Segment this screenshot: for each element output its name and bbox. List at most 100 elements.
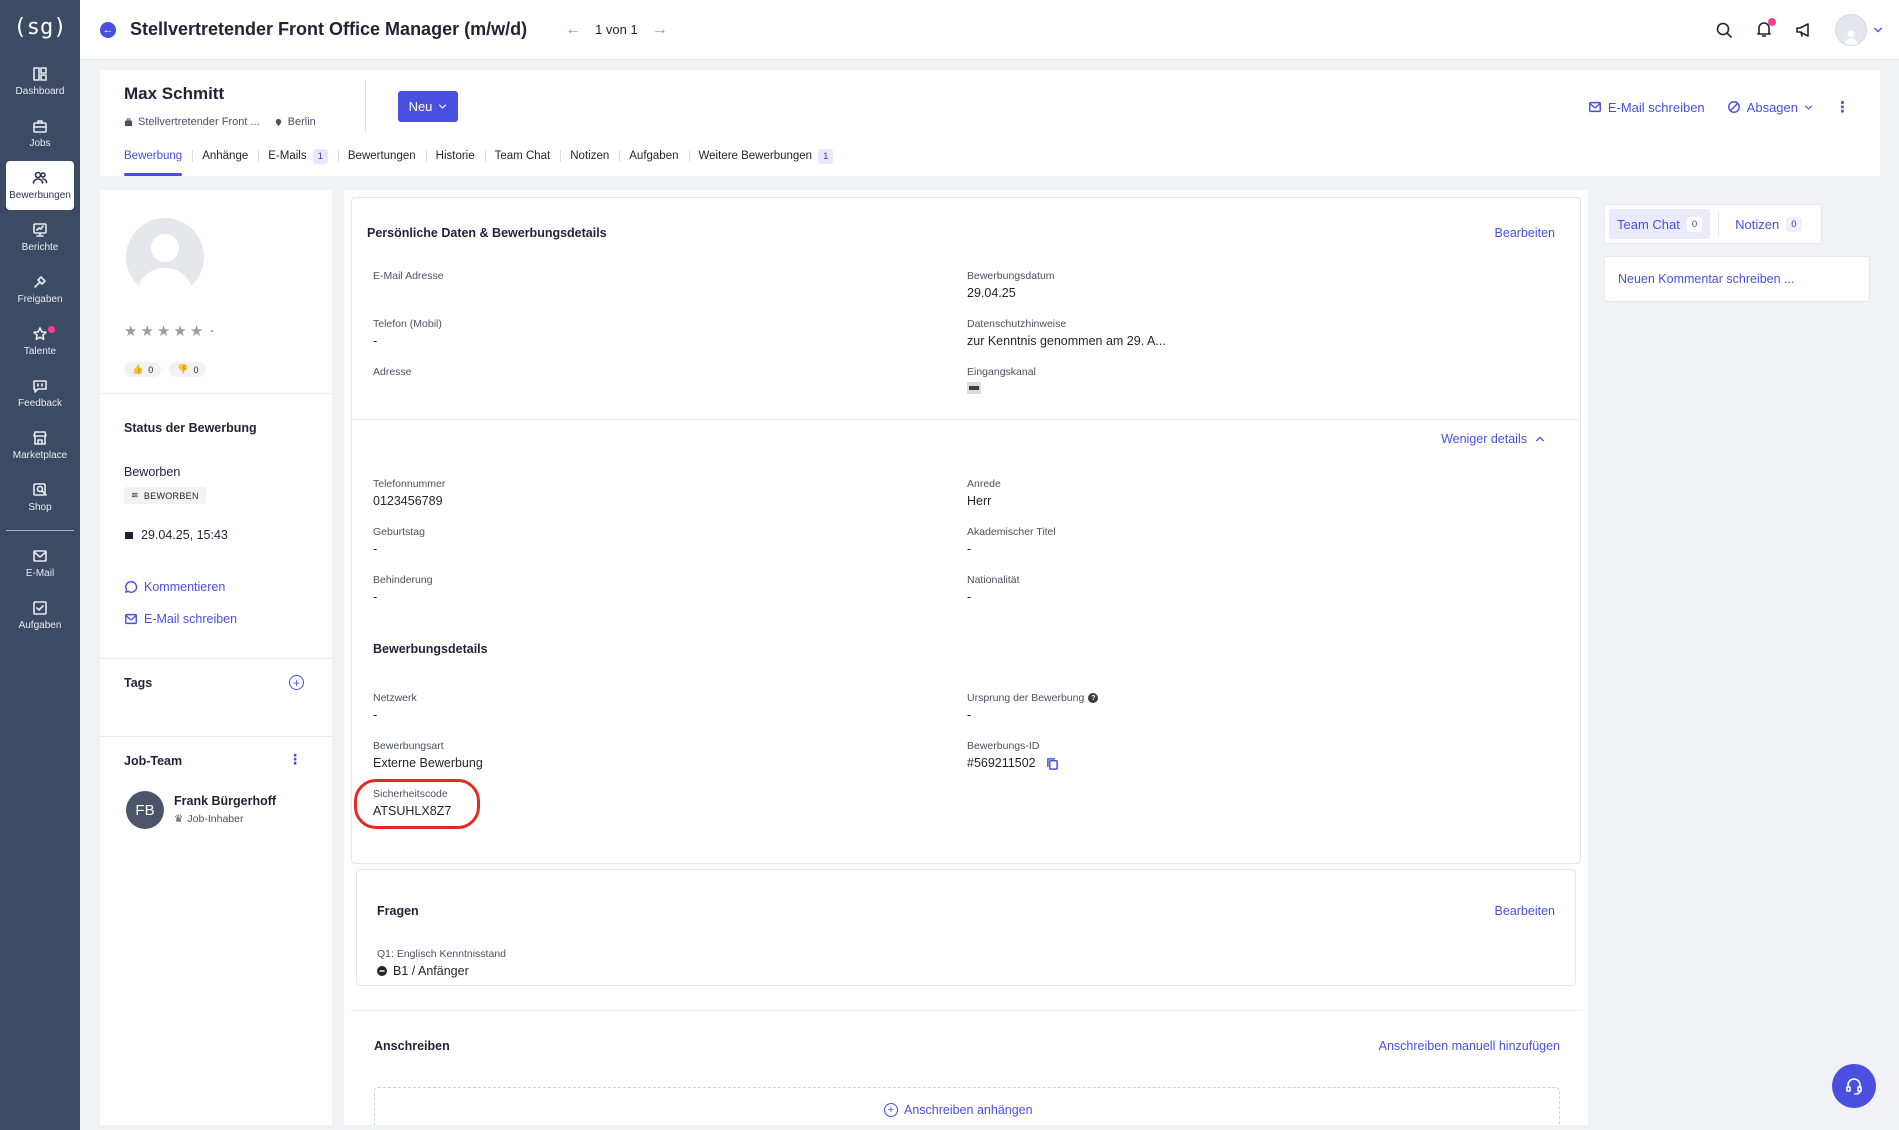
more-options-icon[interactable]: ⋮ xyxy=(288,751,302,768)
rating-stars[interactable]: ★ ★ ★ ★ ★ - xyxy=(124,322,214,340)
add-tag-button[interactable]: + xyxy=(289,675,304,690)
megaphone-icon[interactable] xyxy=(1795,21,1813,39)
tab-aufgaben[interactable]: Aufgaben xyxy=(619,146,688,166)
chevron-down-icon xyxy=(1874,27,1882,33)
field-value: - xyxy=(373,590,378,604)
write-email-link[interactable]: E-Mail schreiben xyxy=(124,612,237,626)
cover-letter-title: Anschreiben xyxy=(374,1039,450,1053)
less-details-toggle[interactable]: Weniger details xyxy=(1441,432,1545,446)
field-label: Akademischer Titel xyxy=(967,526,1056,538)
field-privacy: Datenschutzhinweise zur Kenntnis genommen… xyxy=(967,318,1166,348)
sidebar-item-dashboard[interactable]: Dashboard xyxy=(6,57,74,106)
field-value: #569211502 xyxy=(967,756,1059,770)
header-divider xyxy=(365,80,366,132)
comment-link-label: Kommentieren xyxy=(144,580,226,594)
back-button[interactable]: ← xyxy=(100,21,116,38)
shop-icon xyxy=(33,483,47,496)
candidate-meta: Stellvertretender Front ... Berlin xyxy=(124,116,316,128)
field-label: E-Mail Adresse xyxy=(373,270,444,282)
tab-label: Bewerbung xyxy=(124,150,183,162)
field-label: Adresse xyxy=(373,366,412,378)
sidebar-item-label: Bewerbungen xyxy=(9,190,71,201)
copy-icon[interactable] xyxy=(1046,757,1059,770)
sidebar: (sg) Dashboard Jobs Bewerbungen Berichte… xyxy=(0,0,80,1130)
tab-notizen[interactable]: Notizen xyxy=(560,146,619,166)
search-icon[interactable] xyxy=(1715,21,1733,39)
sidebar-item-talente[interactable]: Talente xyxy=(6,317,74,366)
thumbs-up-count: 0 xyxy=(148,364,154,375)
sidebar-item-email[interactable]: E-Mail xyxy=(6,539,74,588)
comment-link[interactable]: Kommentieren xyxy=(124,580,225,594)
tab-bewerbung[interactable]: Bewerbung xyxy=(124,146,192,176)
reject-button[interactable]: Absagen xyxy=(1727,100,1813,115)
team-member-role-text: Job-Inhaber xyxy=(187,813,244,825)
star-icon[interactable]: ★ xyxy=(140,322,153,340)
sidebar-item-marketplace[interactable]: Marketplace xyxy=(6,421,74,470)
field-label: Geburtstag xyxy=(373,526,425,538)
user-silhouette-icon xyxy=(136,234,194,296)
tab-bewertungen[interactable]: Bewertungen xyxy=(337,146,426,166)
sidebar-item-label: E-Mail xyxy=(25,568,55,579)
more-options-icon[interactable]: ⋮ xyxy=(1835,98,1850,116)
previous-arrow-icon[interactable]: ← xyxy=(565,21,581,39)
tab-anhaenge[interactable]: Anhänge xyxy=(192,146,258,166)
user-menu[interactable] xyxy=(1835,14,1883,46)
status-badge: ≋ BEWORBEN xyxy=(124,487,206,504)
thumbs-up-button[interactable]: 👍 0 xyxy=(124,362,162,377)
next-arrow-icon[interactable]: → xyxy=(652,21,668,39)
star-icon[interactable]: ★ xyxy=(124,322,137,340)
sidebar-item-aufgaben[interactable]: Aufgaben xyxy=(6,591,74,640)
tab-emails[interactable]: E-Mails 1 xyxy=(258,146,338,166)
edit-questions-button[interactable]: Bearbeiten xyxy=(1495,904,1555,918)
sidebar-item-label: Marketplace xyxy=(12,450,68,461)
tab-team-chat-panel[interactable]: Team Chat 0 xyxy=(1609,209,1711,239)
thumbs-down-button[interactable]: 👎 0 xyxy=(169,362,207,377)
notifications-button[interactable] xyxy=(1755,17,1776,41)
sidebar-item-label: Aufgaben xyxy=(18,620,62,631)
star-icon[interactable]: ★ xyxy=(157,322,170,340)
field-value: 29.04.25 xyxy=(967,286,1016,300)
field-value: Herr xyxy=(967,494,992,508)
speech-bubble-icon xyxy=(125,581,138,593)
sidebar-item-shop[interactable]: Shop xyxy=(6,473,74,522)
help-chat-button[interactable] xyxy=(1832,1064,1876,1108)
field-label-text: Ursprung der Bewerbung xyxy=(967,692,1085,704)
chevron-up-icon xyxy=(1536,436,1544,442)
tab-historie[interactable]: Historie xyxy=(425,146,485,166)
headset-icon xyxy=(1846,1078,1862,1095)
sidebar-item-berichte[interactable]: Berichte xyxy=(6,213,74,262)
field-label: Telefonnummer xyxy=(373,478,446,490)
sidebar-item-freigaben[interactable]: Freigaben xyxy=(6,265,74,314)
mail-icon xyxy=(33,550,47,562)
status-badge-text: BEWORBEN xyxy=(143,490,199,501)
new-comment-input[interactable]: Neuen Kommentar schreiben ... xyxy=(1604,256,1870,302)
tab-team-chat[interactable]: Team Chat xyxy=(484,146,561,166)
sidebar-item-jobs[interactable]: Jobs xyxy=(6,109,74,158)
sidebar-item-feedback[interactable]: Feedback xyxy=(6,369,74,418)
attach-cover-letter-button[interactable]: + Anschreiben anhängen xyxy=(884,1103,1033,1117)
add-cover-letter-manually-button[interactable]: Anschreiben manuell hinzufügen xyxy=(1379,1039,1560,1053)
application-main: Persönliche Daten & Bewerbungsdetails Be… xyxy=(344,190,1588,1125)
sidebar-item-bewerbungen[interactable]: Bewerbungen xyxy=(6,161,74,210)
write-email-button[interactable]: E-Mail schreiben xyxy=(1588,100,1705,115)
field-value: - xyxy=(373,542,378,556)
location-pin-icon xyxy=(275,118,281,126)
tab-notes-panel[interactable]: Notizen 0 xyxy=(1727,209,1809,239)
tags-section-title: Tags xyxy=(124,676,153,690)
edit-personal-button[interactable]: Bearbeiten xyxy=(1495,226,1555,240)
star-icon[interactable]: ★ xyxy=(190,322,203,340)
tab-weitere-bewerbungen[interactable]: Weitere Bewerbungen 1 xyxy=(688,146,844,166)
tab-label: Anhänge xyxy=(202,150,249,162)
chevron-down-icon xyxy=(439,104,447,109)
star-icon[interactable]: ★ xyxy=(173,322,186,340)
field-phone: Telefonnummer 0123456789 xyxy=(373,478,445,508)
briefcase-icon xyxy=(124,117,133,126)
tab-label: Bewertungen xyxy=(347,150,416,162)
dashboard-icon xyxy=(33,67,47,81)
field-email: E-Mail Adresse xyxy=(373,270,444,286)
help-icon[interactable]: ? xyxy=(1088,693,1099,703)
app-logo[interactable]: (sg) xyxy=(0,0,80,54)
rating-value: - xyxy=(210,325,214,337)
field-label: Ursprung der Bewerbung? xyxy=(967,692,1099,704)
status-dropdown-button[interactable]: Neu xyxy=(398,91,458,122)
